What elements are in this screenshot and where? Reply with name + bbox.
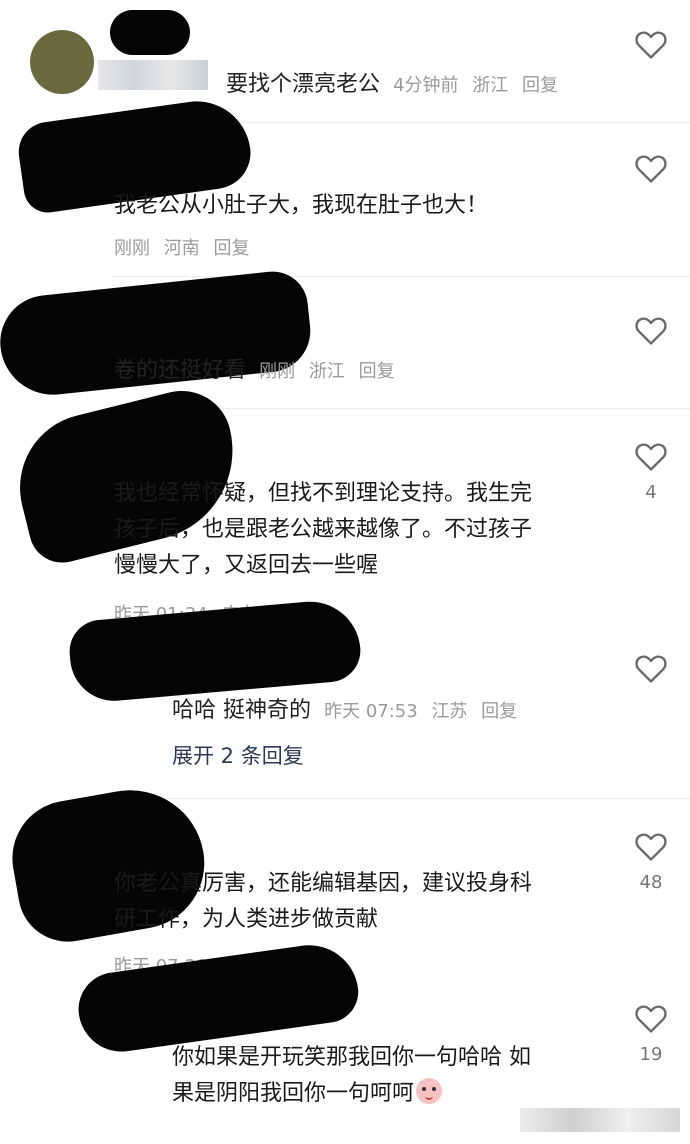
- redaction-mark: [110, 10, 190, 55]
- blushing-face-emoji: [416, 1078, 443, 1104]
- comment-row: 卷的还挺好看 刚刚 浙江 回复: [114, 352, 403, 384]
- avatar[interactable]: [30, 30, 94, 94]
- comment-text: 你老公真厉害，还能编辑基因，建议投身科 研工作，为人类进步做贡献: [114, 866, 614, 938]
- reply-button[interactable]: 回复: [522, 75, 558, 96]
- comment-time: 4分钟前: [393, 75, 459, 96]
- comment-location: 浙江: [308, 361, 345, 382]
- comment-line: 研工作，为人类进步做贡献: [114, 907, 379, 932]
- redacted-username: [98, 60, 208, 90]
- comment-meta: 刚刚 河南 回复: [114, 234, 257, 260]
- divider: [110, 276, 690, 277]
- comment-row: 要找个漂亮老公 4分钟前 浙江 回复: [226, 66, 566, 98]
- comment-time: 刚刚: [114, 238, 150, 259]
- redaction-mark: [66, 597, 364, 705]
- like-count: 4: [645, 482, 657, 503]
- heart-outline-icon[interactable]: [634, 1002, 668, 1034]
- heart-outline-icon[interactable]: [634, 440, 668, 472]
- reply-button[interactable]: 回复: [481, 701, 517, 722]
- comment-text: 卷的还挺好看: [114, 358, 247, 383]
- comment-location: 河南: [163, 238, 200, 259]
- heart-outline-icon[interactable]: [634, 152, 668, 184]
- comment-line: 你老公真厉害，还能编辑基因，建议投身科: [114, 871, 533, 896]
- comment-line: 我也经常怀疑，但找不到理论支持。我生完: [114, 481, 533, 506]
- reply-line: 你如果是开玩笑那我回你一句哈哈 如: [172, 1045, 531, 1070]
- comment-line: 慢慢大了，又返回去一些喔: [114, 553, 379, 578]
- heart-outline-icon[interactable]: [634, 314, 668, 346]
- reply-location: 江苏: [431, 701, 468, 722]
- like-count: 19: [639, 1044, 663, 1065]
- comment-text: 我也经常怀疑，但找不到理论支持。我生完 孩子后，也是跟老公越来越像了。不过孩子 …: [114, 476, 614, 584]
- like-count: 48: [639, 872, 663, 893]
- reply-text: 你如果是开玩笑那我回你一句哈哈 如 果是阴阳我回你一句呵呵: [172, 1040, 612, 1112]
- comment-location: 浙江: [472, 75, 509, 96]
- heart-outline-icon[interactable]: [634, 830, 668, 862]
- heart-outline-icon[interactable]: [634, 652, 668, 684]
- heart-outline-icon[interactable]: [634, 28, 668, 60]
- reply-button[interactable]: 回复: [213, 238, 249, 259]
- comment-line: 孩子后，也是跟老公越来越像了。不过孩子: [114, 517, 533, 542]
- comment-text: 我老公从小肚子大，我现在肚子也大！: [114, 193, 489, 218]
- divider: [110, 798, 690, 799]
- reply-row: 哈哈 挺神奇的 昨天 07:53 江苏 回复: [172, 692, 525, 724]
- expand-replies-link[interactable]: 展开 2 条回复: [172, 740, 304, 770]
- comment-text: 要找个漂亮老公: [226, 72, 381, 97]
- reply-button[interactable]: 回复: [359, 361, 395, 382]
- watermark: [520, 1108, 680, 1132]
- reply-time: 昨天 07:53: [324, 701, 418, 722]
- reply-line: 果是阴阳我回你一句呵呵: [172, 1076, 612, 1112]
- comment-time: 刚刚: [259, 361, 296, 382]
- reply-text: 哈哈 挺神奇的: [172, 698, 311, 723]
